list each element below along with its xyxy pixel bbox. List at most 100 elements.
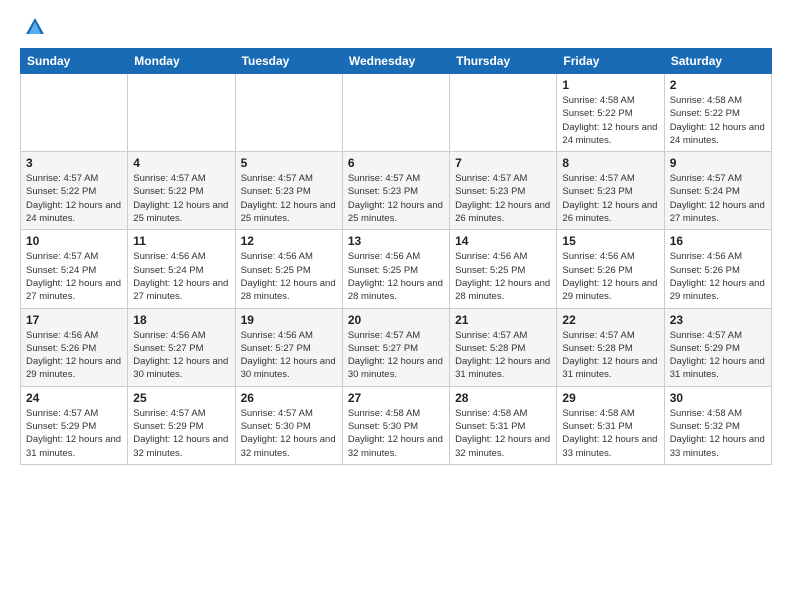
day-number: 23	[670, 313, 766, 327]
day-number: 22	[562, 313, 658, 327]
calendar-cell: 11Sunrise: 4:56 AM Sunset: 5:24 PM Dayli…	[128, 230, 235, 308]
calendar-cell: 21 Sunrise: 4:57 AM Sunset: 5:28 PM Dayli…	[450, 308, 557, 386]
calendar-cell: 1 Sunrise: 4:58 AM Sunset: 5:22 PM Daylig…	[557, 74, 664, 152]
calendar-cell: 30 Sunrise: 4:58 AM Sunset: 5:32 PM Dayli…	[664, 386, 771, 464]
day-number: 18	[133, 313, 229, 327]
day-number: 13	[348, 234, 444, 248]
day-info: Sunrise: 4:57 AM Sunset: 5:28 PM Dayligh…	[455, 329, 551, 382]
day-info: Sunrise: 4:57 AM Sunset: 5:29 PM Dayligh…	[26, 407, 122, 460]
day-info: Sunrise: 4:58 AM Sunset: 5:32 PM Dayligh…	[670, 407, 766, 460]
day-number: 30	[670, 391, 766, 405]
day-number: 6	[348, 156, 444, 170]
calendar-cell: 14 Sunrise: 4:56 AM Sunset: 5:25 PM Dayli…	[450, 230, 557, 308]
weekday-header-friday: Friday	[557, 49, 664, 74]
calendar-cell: 28 Sunrise: 4:58 AM Sunset: 5:31 PM Dayli…	[450, 386, 557, 464]
day-info: Sunrise: 4:57 AM Sunset: 5:24 PM Dayligh…	[26, 250, 122, 303]
calendar-cell: 27 Sunrise: 4:58 AM Sunset: 5:30 PM Dayli…	[342, 386, 449, 464]
day-number: 5	[241, 156, 337, 170]
calendar-cell: 16 Sunrise: 4:56 AM Sunset: 5:26 PM Dayli…	[664, 230, 771, 308]
calendar-cell: 29Sunrise: 4:58 AM Sunset: 5:31 PM Dayli…	[557, 386, 664, 464]
calendar-week-3: 10 Sunrise: 4:57 AM Sunset: 5:24 PM Dayli…	[21, 230, 772, 308]
day-info: Sunrise: 4:58 AM Sunset: 5:22 PM Dayligh…	[562, 94, 658, 147]
day-number: 17	[26, 313, 122, 327]
calendar-cell: 22 Sunrise: 4:57 AM Sunset: 5:28 PM Dayli…	[557, 308, 664, 386]
weekday-header-sunday: Sunday	[21, 49, 128, 74]
day-info: Sunrise: 4:57 AM Sunset: 5:23 PM Dayligh…	[348, 172, 444, 225]
calendar-cell	[128, 74, 235, 152]
day-info: Sunrise: 4:56 AM Sunset: 5:25 PM Dayligh…	[241, 250, 337, 303]
day-info: Sunrise: 4:58 AM Sunset: 5:31 PM Dayligh…	[455, 407, 551, 460]
calendar-week-2: 3 Sunrise: 4:57 AM Sunset: 5:22 PM Daylig…	[21, 152, 772, 230]
day-info: Sunrise: 4:57 AM Sunset: 5:23 PM Dayligh…	[455, 172, 551, 225]
day-number: 7	[455, 156, 551, 170]
calendar-cell: 7 Sunrise: 4:57 AM Sunset: 5:23 PM Daylig…	[450, 152, 557, 230]
day-number: 8	[562, 156, 658, 170]
calendar-cell: 18 Sunrise: 4:56 AM Sunset: 5:27 PM Dayli…	[128, 308, 235, 386]
day-info: Sunrise: 4:57 AM Sunset: 5:23 PM Dayligh…	[562, 172, 658, 225]
day-number: 27	[348, 391, 444, 405]
day-number: 20	[348, 313, 444, 327]
day-info: Sunrise: 4:56 AM Sunset: 5:26 PM Dayligh…	[26, 329, 122, 382]
header	[20, 16, 772, 38]
calendar-cell	[21, 74, 128, 152]
calendar-week-4: 17 Sunrise: 4:56 AM Sunset: 5:26 PM Dayli…	[21, 308, 772, 386]
day-number: 28	[455, 391, 551, 405]
logo-icon	[24, 16, 46, 38]
day-info: Sunrise: 4:56 AM Sunset: 5:24 PM Dayligh…	[133, 250, 229, 303]
calendar-cell: 8 Sunrise: 4:57 AM Sunset: 5:23 PM Daylig…	[557, 152, 664, 230]
logo	[20, 16, 46, 38]
day-number: 10	[26, 234, 122, 248]
day-number: 21	[455, 313, 551, 327]
calendar-cell: 13 Sunrise: 4:56 AM Sunset: 5:25 PM Dayli…	[342, 230, 449, 308]
page: SundayMondayTuesdayWednesdayThursdayFrid…	[0, 0, 792, 612]
calendar-cell	[342, 74, 449, 152]
calendar-cell: 23Sunrise: 4:57 AM Sunset: 5:29 PM Dayli…	[664, 308, 771, 386]
day-number: 14	[455, 234, 551, 248]
day-info: Sunrise: 4:58 AM Sunset: 5:30 PM Dayligh…	[348, 407, 444, 460]
weekday-header-saturday: Saturday	[664, 49, 771, 74]
weekday-header-wednesday: Wednesday	[342, 49, 449, 74]
day-info: Sunrise: 4:56 AM Sunset: 5:27 PM Dayligh…	[133, 329, 229, 382]
calendar-cell: 26Sunrise: 4:57 AM Sunset: 5:30 PM Dayli…	[235, 386, 342, 464]
day-info: Sunrise: 4:56 AM Sunset: 5:26 PM Dayligh…	[562, 250, 658, 303]
day-number: 15	[562, 234, 658, 248]
day-number: 29	[562, 391, 658, 405]
day-info: Sunrise: 4:58 AM Sunset: 5:22 PM Dayligh…	[670, 94, 766, 147]
calendar-header-row: SundayMondayTuesdayWednesdayThursdayFrid…	[21, 49, 772, 74]
day-number: 3	[26, 156, 122, 170]
day-info: Sunrise: 4:57 AM Sunset: 5:27 PM Dayligh…	[348, 329, 444, 382]
calendar-cell	[450, 74, 557, 152]
calendar-cell: 15 Sunrise: 4:56 AM Sunset: 5:26 PM Dayli…	[557, 230, 664, 308]
calendar-cell: 4Sunrise: 4:57 AM Sunset: 5:22 PM Daylig…	[128, 152, 235, 230]
calendar-cell: 12Sunrise: 4:56 AM Sunset: 5:25 PM Dayli…	[235, 230, 342, 308]
day-number: 25	[133, 391, 229, 405]
calendar-cell: 9 Sunrise: 4:57 AM Sunset: 5:24 PM Daylig…	[664, 152, 771, 230]
calendar-cell: 20 Sunrise: 4:57 AM Sunset: 5:27 PM Dayli…	[342, 308, 449, 386]
calendar-cell: 5Sunrise: 4:57 AM Sunset: 5:23 PM Daylig…	[235, 152, 342, 230]
day-info: Sunrise: 4:57 AM Sunset: 5:22 PM Dayligh…	[133, 172, 229, 225]
day-info: Sunrise: 4:57 AM Sunset: 5:28 PM Dayligh…	[562, 329, 658, 382]
calendar-week-5: 24 Sunrise: 4:57 AM Sunset: 5:29 PM Dayli…	[21, 386, 772, 464]
day-info: Sunrise: 4:56 AM Sunset: 5:26 PM Dayligh…	[670, 250, 766, 303]
day-info: Sunrise: 4:57 AM Sunset: 5:30 PM Dayligh…	[241, 407, 337, 460]
calendar-table: SundayMondayTuesdayWednesdayThursdayFrid…	[20, 48, 772, 465]
calendar-cell: 10 Sunrise: 4:57 AM Sunset: 5:24 PM Dayli…	[21, 230, 128, 308]
calendar-cell: 19 Sunrise: 4:56 AM Sunset: 5:27 PM Dayli…	[235, 308, 342, 386]
weekday-header-thursday: Thursday	[450, 49, 557, 74]
calendar-cell: 25 Sunrise: 4:57 AM Sunset: 5:29 PM Dayli…	[128, 386, 235, 464]
calendar-week-1: 1 Sunrise: 4:58 AM Sunset: 5:22 PM Daylig…	[21, 74, 772, 152]
day-info: Sunrise: 4:57 AM Sunset: 5:29 PM Dayligh…	[133, 407, 229, 460]
weekday-header-monday: Monday	[128, 49, 235, 74]
day-number: 1	[562, 78, 658, 92]
day-info: Sunrise: 4:56 AM Sunset: 5:27 PM Dayligh…	[241, 329, 337, 382]
day-info: Sunrise: 4:57 AM Sunset: 5:24 PM Dayligh…	[670, 172, 766, 225]
day-number: 19	[241, 313, 337, 327]
day-number: 24	[26, 391, 122, 405]
calendar-cell: 6 Sunrise: 4:57 AM Sunset: 5:23 PM Daylig…	[342, 152, 449, 230]
calendar-cell: 17 Sunrise: 4:56 AM Sunset: 5:26 PM Dayli…	[21, 308, 128, 386]
day-number: 16	[670, 234, 766, 248]
day-info: Sunrise: 4:56 AM Sunset: 5:25 PM Dayligh…	[455, 250, 551, 303]
day-number: 9	[670, 156, 766, 170]
day-info: Sunrise: 4:57 AM Sunset: 5:22 PM Dayligh…	[26, 172, 122, 225]
day-info: Sunrise: 4:56 AM Sunset: 5:25 PM Dayligh…	[348, 250, 444, 303]
